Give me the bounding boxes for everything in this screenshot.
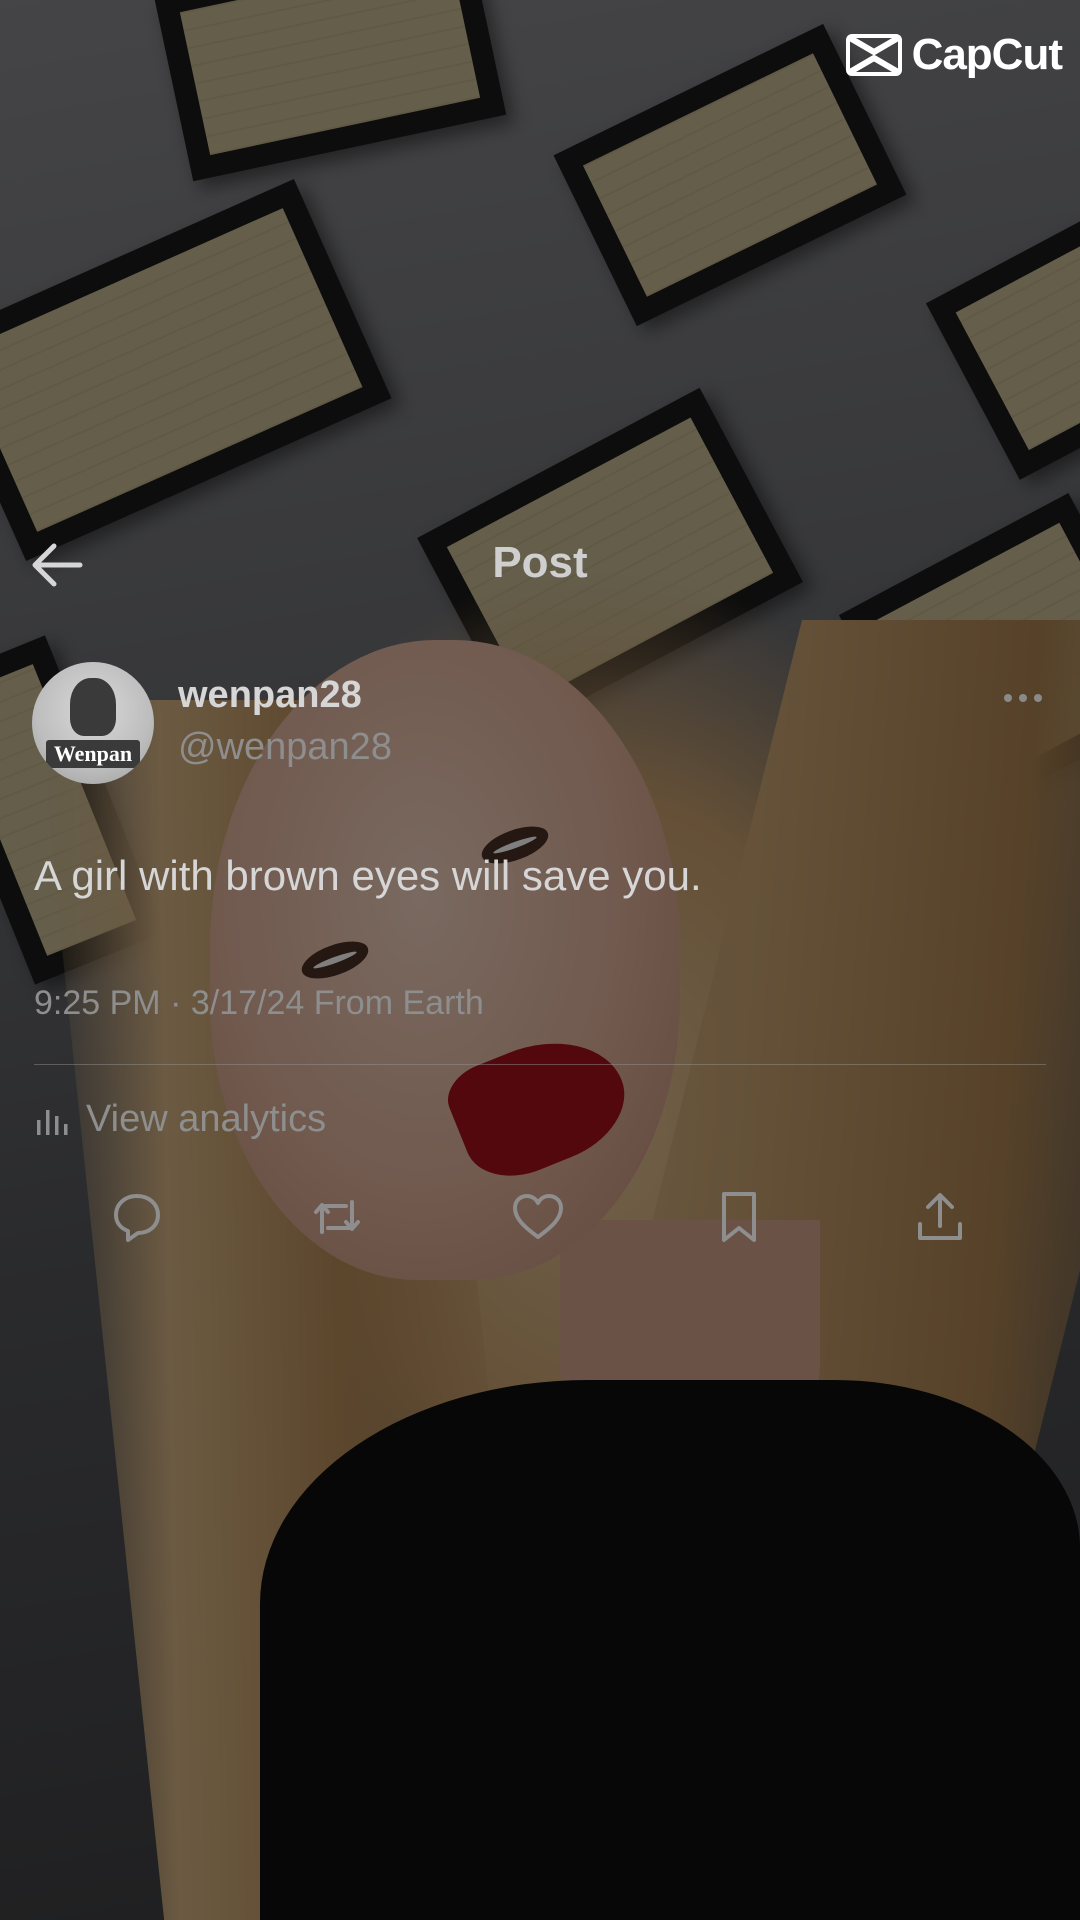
divider (34, 1064, 1046, 1065)
post-actions (0, 1188, 1080, 1248)
heart-icon (513, 1194, 563, 1239)
top-bar: Post (0, 510, 1080, 620)
analytics-label: View analytics (86, 1097, 327, 1140)
more-options-icon[interactable] (1004, 688, 1052, 708)
avatar[interactable]: Wenpan (32, 662, 154, 784)
share-upload-icon (918, 1193, 962, 1240)
repost-icon (314, 1200, 360, 1234)
page-title: Post (492, 538, 588, 587)
bar-chart-icon (37, 1110, 68, 1135)
reply-bubble-icon (114, 1194, 160, 1242)
capcut-wordmark: CapCut (911, 30, 1063, 79)
avatar-figure (70, 678, 116, 736)
repost-button[interactable] (308, 1188, 366, 1246)
bookmark-icon (722, 1192, 756, 1242)
like-button[interactable] (509, 1188, 567, 1246)
post-timestamp: 9:25 PM · 3/17/24 From Earth (34, 984, 484, 1022)
post-author: Wenpan wenpan28 @wenpan28 (32, 660, 1052, 790)
display-name[interactable]: wenpan28 (178, 674, 362, 717)
post-text: A girl with brown eyes will save you. (34, 852, 702, 899)
user-handle[interactable]: @wenpan28 (178, 726, 392, 769)
share-button[interactable] (911, 1188, 969, 1246)
bookmark-button[interactable] (710, 1188, 768, 1246)
avatar-tag: Wenpan (46, 740, 140, 768)
background-photo (0, 0, 1080, 1920)
capcut-logo-icon (845, 34, 902, 76)
reply-button[interactable] (108, 1188, 166, 1246)
capcut-watermark: CapCut (845, 30, 1063, 80)
dim-overlay (0, 0, 1080, 1920)
view-analytics-link[interactable]: View analytics (34, 1094, 326, 1144)
